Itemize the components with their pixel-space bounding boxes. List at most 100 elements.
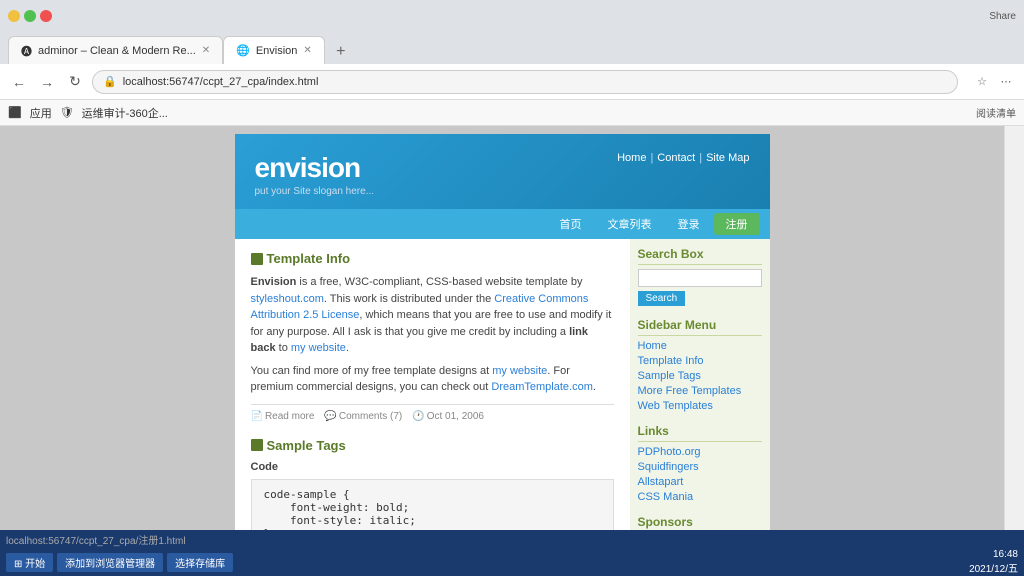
- site-header: envision put your Site slogan here... Ho…: [235, 134, 770, 239]
- template-info-title: Template Info: [251, 251, 614, 266]
- minimize-button[interactable]: [8, 10, 20, 22]
- my-website-link-1[interactable]: my website: [291, 342, 346, 354]
- browser-window: Share 🅐 adminor – Clean & Modern Re... ✕…: [0, 0, 1024, 576]
- sample-tags-title: Sample Tags: [251, 438, 614, 453]
- tab-2-favicon: 🌐: [236, 44, 250, 57]
- content-area: envision put your Site slogan here... Ho…: [0, 126, 1024, 530]
- sidebar-link-squidfingers[interactable]: Squidfingers: [638, 461, 762, 473]
- bookmark-security-icon: 🛡: [60, 106, 74, 119]
- lock-icon: 🔒: [103, 75, 117, 88]
- sidebar-menu-section: Sidebar Menu Home Template Info Sample T…: [638, 318, 762, 412]
- sample-tags-section: Sample Tags Code code-sample { font-weig…: [251, 438, 614, 531]
- taskbar-left: ⊞ 开始 添加到浏览器管理器 选择存储库: [6, 553, 233, 572]
- browser-sidebar-right: [1004, 126, 1024, 530]
- nav-sitemap-link[interactable]: Site Map: [706, 152, 749, 164]
- sidebar-search-section: Search Box Search: [638, 247, 762, 306]
- sponsors-title: Sponsors: [638, 515, 762, 530]
- nav-contact-link[interactable]: Contact: [657, 152, 695, 164]
- address-bar[interactable]: 🔒 localhost:56747/ccpt_27_cpa/index.html: [92, 70, 958, 94]
- template-info-section: Template Info Envision is a free, W3C-co…: [251, 251, 614, 422]
- tab-2-close[interactable]: ✕: [303, 45, 311, 56]
- nav-icons: ☆ ⋯: [972, 72, 1016, 92]
- sidebar-menu-home[interactable]: Home: [638, 340, 762, 352]
- clock-time: 16:48: [969, 549, 1018, 560]
- window-controls: [8, 10, 52, 22]
- site-logo: envision put your Site slogan here...: [255, 152, 375, 197]
- template-info-body: Envision is a free, W3C-compliant, CSS-b…: [251, 274, 614, 396]
- tab-1[interactable]: 🅐 adminor – Clean & Modern Re... ✕: [8, 36, 223, 64]
- site-content: Template Info Envision is a free, W3C-co…: [235, 239, 770, 530]
- my-website-link-2[interactable]: my website: [492, 365, 547, 377]
- search-box-title: Search Box: [638, 247, 762, 265]
- search-button[interactable]: Search: [638, 291, 686, 306]
- title-bar-right: Share: [989, 11, 1016, 22]
- back-button[interactable]: ←: [8, 71, 30, 93]
- sidebar-links-section: Links PDPhoto.org Squidfingers Allstapar…: [638, 424, 762, 503]
- share-label: Share: [989, 11, 1016, 22]
- taskbar-item-1[interactable]: 添加到浏览器管理器: [57, 553, 163, 572]
- nav-bar: ← → ↻ 🔒 localhost:56747/ccpt_27_cpa/inde…: [0, 64, 1024, 100]
- sidebar-menu-title: Sidebar Menu: [638, 318, 762, 336]
- tab-1-close[interactable]: ✕: [202, 45, 210, 56]
- sidebar-menu-web-templates[interactable]: Web Templates: [638, 400, 762, 412]
- comments-link[interactable]: 💬 Comments (7): [324, 411, 402, 422]
- site-header-top: envision put your Site slogan here... Ho…: [235, 134, 770, 209]
- code-block: code-sample { font-weight: bold; font-st…: [251, 479, 614, 531]
- nav-home-link[interactable]: Home: [617, 152, 646, 164]
- site-wrapper: envision put your Site slogan here... Ho…: [235, 134, 770, 530]
- sidebar-menu-more-templates[interactable]: More Free Templates: [638, 385, 762, 397]
- webpage[interactable]: envision put your Site slogan here... Ho…: [0, 126, 1004, 530]
- read-more-link[interactable]: 📄 Read more: [251, 411, 315, 422]
- sidebar-link-allstapart[interactable]: Allstapart: [638, 476, 762, 488]
- site-nav-top: Home | Contact | Site Map: [617, 152, 749, 164]
- menu-icon[interactable]: ⋯: [996, 72, 1016, 92]
- taskbar-right: 16:48 2021/12/五: [969, 549, 1018, 575]
- start-button[interactable]: ⊞ 开始: [6, 553, 53, 572]
- sidebar-sponsors-section: Sponsors DreamTemplate Over 6,000+ Premi…: [638, 515, 762, 530]
- bookmark-security[interactable]: 运维审计-360企...: [82, 105, 168, 121]
- search-input[interactable]: [638, 269, 762, 287]
- search-form: Search: [638, 269, 762, 306]
- forward-button[interactable]: →: [36, 71, 58, 93]
- section-icon-2: [251, 439, 263, 451]
- links-title: Links: [638, 424, 762, 442]
- dreamtemplate-link[interactable]: DreamTemplate.com: [491, 381, 592, 393]
- sidebar-menu-sample-tags[interactable]: Sample Tags: [638, 370, 762, 382]
- clock-date: 2021/12/五: [969, 560, 1018, 575]
- taskbar-clock: 16:48 2021/12/五: [969, 549, 1018, 575]
- nav-main-home[interactable]: 首页: [548, 213, 594, 235]
- start-icon: ⊞: [14, 559, 22, 570]
- apps-icon: ⬛: [8, 106, 22, 119]
- tab-bar: 🅐 adminor – Clean & Modern Re... ✕ 🌐 Env…: [0, 32, 1024, 64]
- site-nav-main: 首页 文章列表 登录 注册: [235, 209, 770, 239]
- tab-1-favicon: 🅐: [21, 43, 32, 59]
- nav-sep-2: |: [699, 152, 702, 164]
- nav-main-login[interactable]: 登录: [666, 213, 712, 235]
- post-date: 🕐 Oct 01, 2006: [412, 411, 484, 422]
- sidebar-menu-template-info[interactable]: Template Info: [638, 355, 762, 367]
- close-button[interactable]: [40, 10, 52, 22]
- sidebar-link-pdphoto[interactable]: PDPhoto.org: [638, 446, 762, 458]
- nav-main-articles[interactable]: 文章列表: [596, 213, 664, 235]
- title-bar: Share: [0, 0, 1024, 32]
- star-icon[interactable]: ☆: [972, 72, 992, 92]
- code-label: Code: [251, 461, 614, 473]
- bookmark-apps[interactable]: 应用: [30, 105, 52, 121]
- sidebar: Search Box Search Sidebar Menu Home Temp…: [630, 239, 770, 530]
- reader-mode-label: 阅读清单: [976, 105, 1016, 120]
- status-url: localhost:56747/ccpt_27_cpa/注册1.html: [6, 532, 186, 547]
- nav-main-register[interactable]: 注册: [714, 213, 760, 235]
- new-tab-button[interactable]: +: [329, 40, 353, 64]
- template-para-2: You can find more of my free template de…: [251, 363, 614, 396]
- logo-slogan: put your Site slogan here...: [255, 186, 375, 197]
- taskbar-item-2[interactable]: 选择存储库: [167, 553, 233, 572]
- sidebar-link-cssmania[interactable]: CSS Mania: [638, 491, 762, 503]
- bookmarks-bar: ⬛ 应用 🛡 运维审计-360企... 阅读清单: [0, 100, 1024, 126]
- tab-2[interactable]: 🌐 Envision ✕: [223, 36, 325, 64]
- url-text: localhost:56747/ccpt_27_cpa/index.html: [123, 76, 947, 88]
- refresh-button[interactable]: ↻: [64, 71, 86, 93]
- code-content: code-sample { font-weight: bold; font-st…: [264, 488, 601, 531]
- maximize-button[interactable]: [24, 10, 36, 22]
- styleshout-link[interactable]: styleshout.com: [251, 293, 324, 305]
- tab-1-label: adminor – Clean & Modern Re...: [38, 45, 196, 57]
